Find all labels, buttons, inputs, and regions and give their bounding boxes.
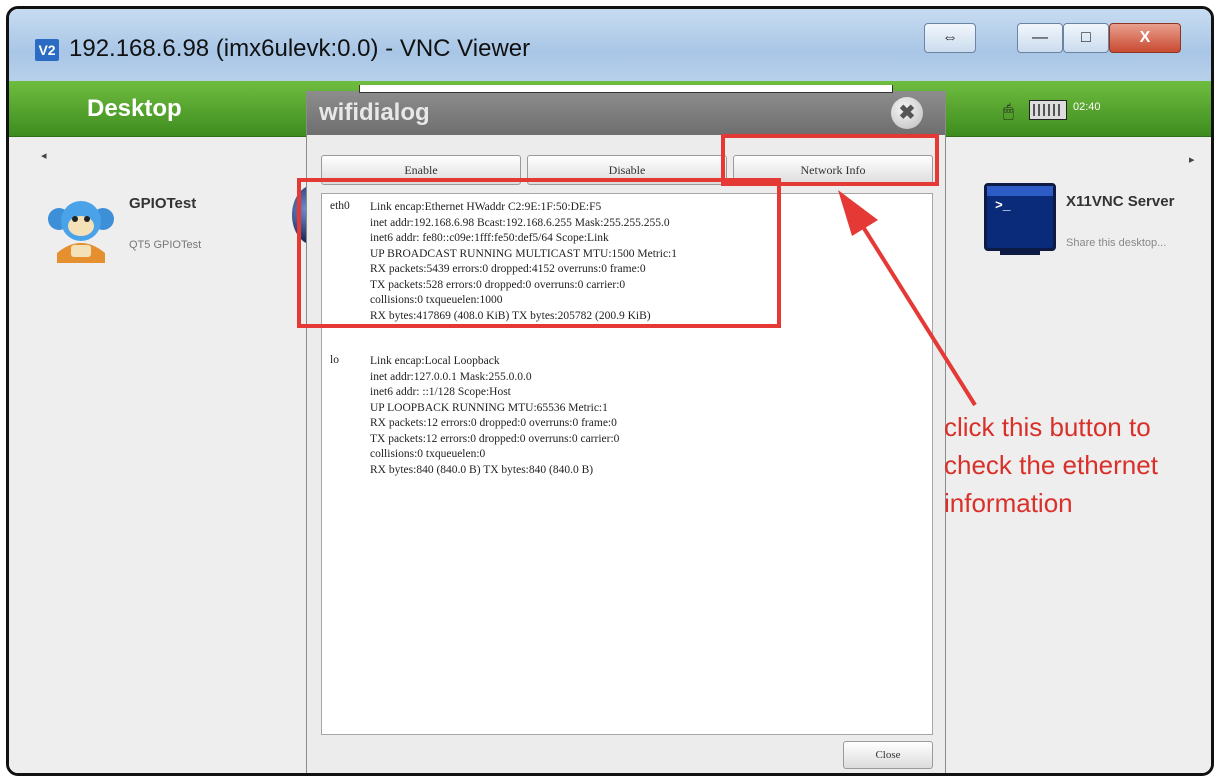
- annotation-line: information: [944, 488, 1073, 518]
- annotation-text: click this button to check the ethernet …: [944, 408, 1204, 522]
- annotation-line: click this button to: [944, 412, 1151, 442]
- annotation-line: check the ethernet: [944, 450, 1158, 480]
- annotation-arrow: [838, 190, 977, 407]
